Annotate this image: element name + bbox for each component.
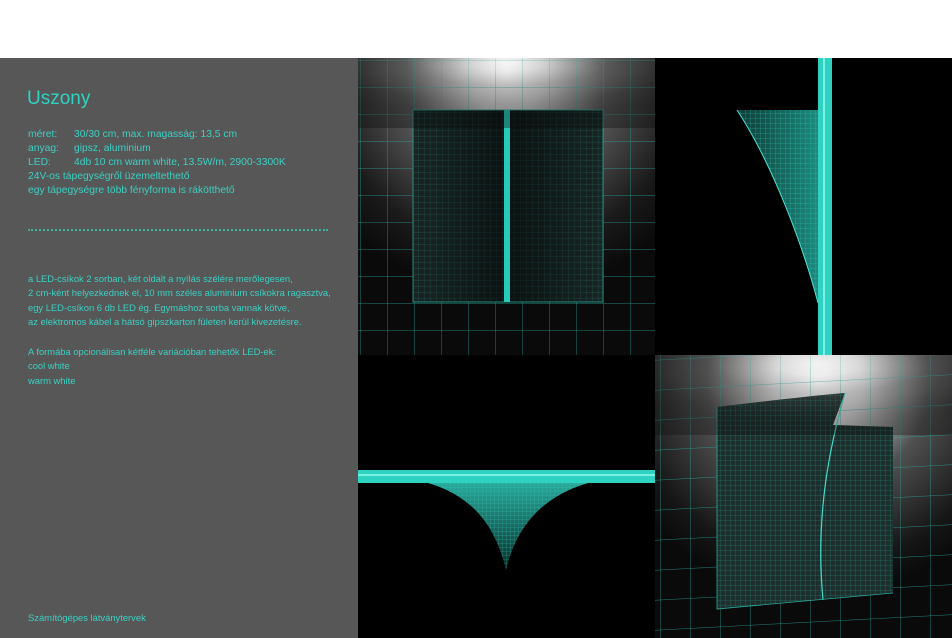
top-view-image [358,355,655,638]
spec-value: 30/30 cm, max. magasság: 13,5 cm [74,129,238,140]
spec-size: méret: 30/30 cm, max. magasság: 13,5 cm [28,128,286,142]
spec-material: anyag: gipsz, aluminium [28,142,286,156]
description-line: a LED-csíkok 2 sorban, két oldalt a nyíl… [28,273,293,284]
spec-label: méret: [28,129,58,140]
spec-led: LED: 4db 10 cm warm white, 13.5W/m, 2900… [28,156,286,170]
footer-caption: Számítógépes látványtervek [28,612,146,623]
led-options: A formába opcionálisan kétféle variációb… [28,345,276,388]
spec-label: anyag: [28,143,59,154]
description-line: az elektromos kábel a hátsó gipszkarton … [28,316,302,328]
side-view-image [655,58,952,355]
render-front-view [358,58,655,355]
render-perspective-view [655,355,952,638]
description-line: egy LED-csíkon 6 db LED ég. Egymáshoz so… [28,301,290,313]
render-top-view [358,355,655,638]
description-line: 2 cm-ként helyezkednek el, 10 mm széles … [28,287,331,299]
dotted-divider [28,229,328,231]
front-view-image [358,58,655,355]
note-line: egy tápegységre több fényforma is rákött… [28,185,235,196]
spec-value: 4db 10 cm warm white, 13.5W/m, 2900-3300… [74,157,286,168]
spec-value: gipsz, aluminium [74,143,151,154]
spec-label: LED: [28,157,51,168]
perspective-view-image [655,355,952,638]
info-panel: Uszony méret: 30/30 cm, max. magasság: 1… [0,58,358,638]
render-side-view [655,58,952,355]
option-item: cool white [28,360,70,372]
note-line: 24V-os tápegységről üzemeltethető [28,171,190,182]
spec-list: méret: 30/30 cm, max. magasság: 13,5 cm … [28,128,286,198]
top-whitespace [0,0,952,58]
options-intro: A formába opcionálisan kétféle variációb… [28,346,277,357]
option-item: warm white [28,374,76,386]
product-title: Uszony [27,88,91,109]
description: a LED-csíkok 2 sorban, két oldalt a nyíl… [28,272,331,330]
